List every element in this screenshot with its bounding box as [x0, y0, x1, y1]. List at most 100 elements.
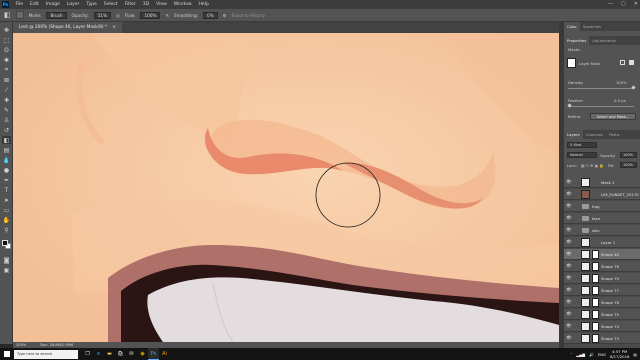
smoothing-field[interactable]: 0%: [203, 11, 218, 19]
layer-row[interactable]: 👁 Layer 1: [564, 237, 640, 248]
close-window-button[interactable]: ✕: [634, 0, 638, 9]
layer-row[interactable]: 👁 Shape 77: [564, 285, 640, 296]
marquee-tool-icon[interactable]: ⬚: [2, 36, 11, 44]
move-tool-icon[interactable]: ✥: [2, 26, 11, 34]
lock-icons[interactable]: ▦ ✎ ✥ ▣ 🔒: [581, 163, 604, 168]
layer-row[interactable]: 👁 Shape 73: [564, 333, 640, 344]
erase-to-history-checkbox[interactable]: Erase to History: [231, 13, 264, 18]
crop-tool-icon[interactable]: ⌗: [2, 66, 11, 74]
menu-view[interactable]: View: [153, 2, 171, 7]
mail-icon[interactable]: ✉: [126, 348, 137, 360]
layer-row[interactable]: 👁 LIM_SUNSET_20170104...: [564, 189, 640, 200]
document-canvas[interactable]: [13, 33, 559, 342]
eye-icon[interactable]: 👁: [566, 192, 572, 197]
mode-select[interactable]: Brush: [46, 11, 67, 19]
flow-field[interactable]: 100%: [140, 11, 161, 19]
lasso-tool-icon[interactable]: ʘ: [2, 46, 11, 54]
eye-icon[interactable]: 👁: [566, 264, 572, 269]
type-tool-icon[interactable]: T: [2, 186, 11, 194]
eye-icon[interactable]: 👁: [566, 252, 572, 257]
tab-adjustments[interactable]: Adjustments: [589, 36, 619, 45]
layer-row[interactable]: 👁 frog: [564, 201, 640, 212]
gear-icon[interactable]: ⚙: [223, 13, 227, 18]
eye-icon[interactable]: 👁: [566, 216, 572, 221]
blend-mode-select[interactable]: Normal: [567, 152, 597, 158]
zoom-tool-icon[interactable]: ⚲: [2, 226, 11, 234]
stamp-tool-icon[interactable]: ♙: [2, 116, 11, 124]
layer-mask-thumbnail[interactable]: [592, 250, 599, 259]
menu-filter[interactable]: Filter: [121, 2, 139, 7]
notifications-icon[interactable]: ▤: [633, 352, 637, 357]
layer-mask-thumbnail[interactable]: [592, 286, 599, 295]
eraser-tool-icon[interactable]: ◧: [2, 136, 11, 144]
tab-paths[interactable]: Paths: [606, 130, 622, 139]
layer-opacity-field[interactable]: 100%: [620, 152, 637, 158]
gradient-tool-icon[interactable]: ▤: [2, 146, 11, 154]
tab-color[interactable]: Color: [564, 22, 580, 31]
tab-properties[interactable]: Properties: [564, 36, 590, 45]
tab-layers[interactable]: Layers: [564, 130, 583, 139]
eye-icon[interactable]: 👁: [566, 288, 572, 293]
density-slider[interactable]: [568, 85, 636, 90]
layer-row[interactable]: 👁 Shape 76: [564, 297, 640, 308]
layer-mask-thumbnail[interactable]: [592, 298, 599, 307]
menu-select[interactable]: Select: [100, 2, 121, 7]
chevron-up-icon[interactable]: ˄: [570, 352, 572, 357]
foreground-color-swatch[interactable]: [2, 240, 8, 246]
vector-mask-icon[interactable]: [629, 60, 634, 65]
taskbar-search-input[interactable]: Type here to search: [14, 349, 78, 359]
layer-mask-thumbnail[interactable]: [592, 334, 599, 343]
layer-row[interactable]: 👁 Shape 75: [564, 309, 640, 320]
rectangle-tool-icon[interactable]: ▭: [2, 206, 11, 214]
eye-icon[interactable]: 👁: [566, 336, 572, 341]
density-value[interactable]: 100%: [616, 80, 627, 85]
screen-mode-icon[interactable]: ▣: [2, 266, 11, 274]
eye-icon[interactable]: 👁: [566, 324, 572, 329]
path-select-tool-icon[interactable]: ➤: [2, 196, 11, 204]
frame-tool-icon[interactable]: ⊠: [2, 76, 11, 84]
store-icon[interactable]: 🛍: [115, 348, 126, 360]
opacity-field[interactable]: 51%: [93, 11, 112, 19]
eye-icon[interactable]: 👁: [566, 276, 572, 281]
tab-channels[interactable]: Channels: [583, 130, 607, 139]
eye-icon[interactable]: 👁: [566, 240, 572, 245]
menu-3d[interactable]: 3D: [139, 2, 152, 7]
menu-image[interactable]: Image: [42, 2, 63, 7]
layer-mask-thumbnail[interactable]: [592, 310, 599, 319]
hand-tool-icon[interactable]: ✋: [2, 216, 11, 224]
menu-help[interactable]: Help: [195, 2, 212, 7]
clock[interactable]: 4:57 PM 8/17/2018: [610, 349, 629, 359]
layer-row[interactable]: 👁 Mask 1: [564, 177, 640, 188]
eye-icon[interactable]: 👁: [566, 180, 572, 185]
eye-icon[interactable]: 👁: [566, 228, 572, 233]
start-button[interactable]: [0, 348, 14, 360]
layer-mask-thumbnail[interactable]: [592, 274, 599, 283]
network-icon[interactable]: ▂▄▆: [576, 352, 585, 357]
menu-file[interactable]: File: [12, 2, 27, 7]
pixel-mask-icon[interactable]: [620, 60, 625, 65]
eyedropper-tool-icon[interactable]: ⁄: [2, 86, 11, 94]
history-brush-tool-icon[interactable]: ↺: [2, 126, 11, 134]
photoshop-icon[interactable]: Ps: [148, 348, 159, 360]
close-tab-button[interactable]: ×: [112, 25, 116, 30]
layer-row[interactable]: 👁 Shape 78: [564, 261, 640, 272]
dodge-tool-icon[interactable]: ●: [2, 166, 11, 174]
chrome-icon[interactable]: ◉: [137, 348, 148, 360]
eye-icon[interactable]: 👁: [566, 300, 572, 305]
menu-type[interactable]: Type: [83, 2, 100, 7]
mask-thumbnail[interactable]: [567, 58, 576, 68]
maximize-button[interactable]: ▢: [621, 0, 626, 9]
layer-row[interactable]: 👁 skin: [564, 225, 640, 236]
menu-edit[interactable]: Edit: [27, 2, 43, 7]
volume-icon[interactable]: 🔊: [589, 352, 594, 357]
menu-layer[interactable]: Layer: [63, 2, 83, 7]
eye-icon[interactable]: 👁: [566, 312, 572, 317]
layer-row[interactable]: 👁 Shape 46: [564, 249, 640, 260]
edge-icon[interactable]: e: [93, 348, 104, 360]
language-indicator[interactable]: ENG: [598, 352, 606, 357]
layer-row[interactable]: 👁 Shape 74: [564, 321, 640, 332]
feather-value[interactable]: 0.0 px: [614, 98, 626, 103]
task-view-icon[interactable]: ❐: [82, 348, 93, 360]
layer-mask-thumbnail[interactable]: [592, 262, 599, 271]
blur-tool-icon[interactable]: 💧: [2, 156, 11, 164]
